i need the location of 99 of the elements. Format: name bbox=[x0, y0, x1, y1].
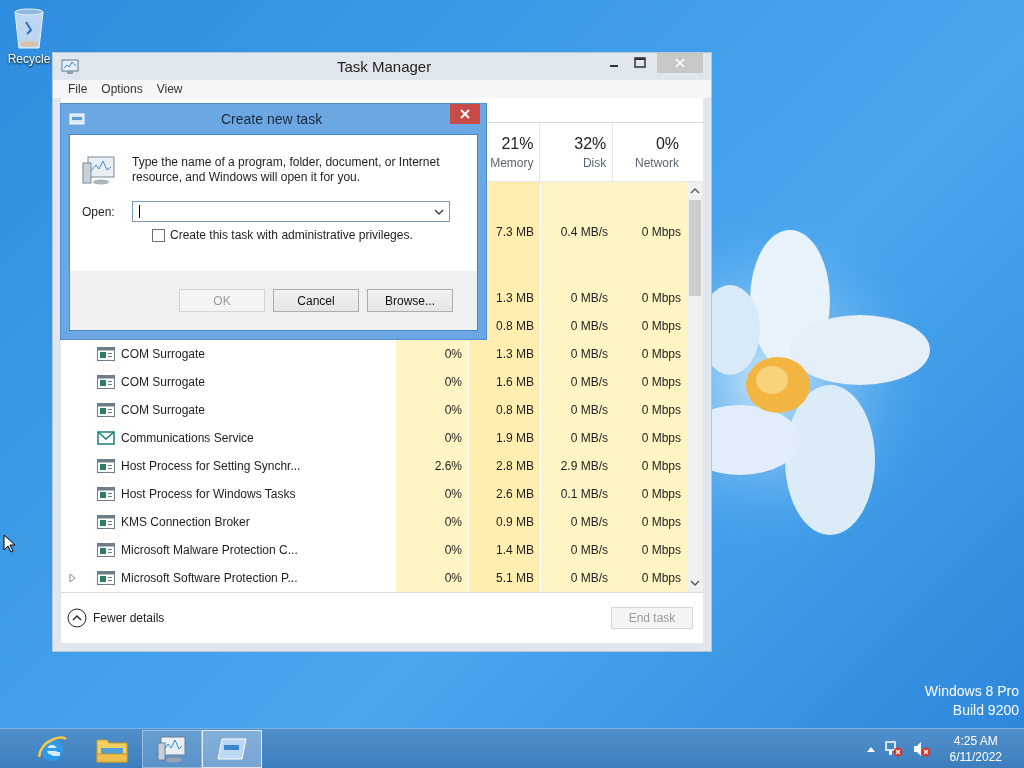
app-window-icon bbox=[97, 543, 115, 557]
network-cell: 0 Mbps bbox=[641, 543, 681, 557]
cpu-cell: 0% bbox=[444, 431, 462, 445]
memory-cell: 1.3 MB bbox=[496, 347, 534, 361]
cpu-cell: 2.6% bbox=[434, 459, 462, 473]
memory-cell: 7.3 MB bbox=[496, 225, 534, 239]
process-name[interactable]: KMS Connection Broker bbox=[121, 515, 250, 529]
disk-cell: 0.1 MB/s bbox=[560, 487, 608, 501]
app-monitor-icon bbox=[61, 58, 79, 75]
memory-cell: 1.6 MB bbox=[496, 375, 534, 389]
window-title: Task Manager bbox=[337, 58, 432, 75]
clock[interactable]: 4:25 AM 6/11/2022 bbox=[949, 733, 1002, 764]
app-window-icon bbox=[97, 487, 115, 501]
network-cell: 0 Mbps bbox=[641, 459, 681, 473]
disk-cell: 0 MB/s bbox=[570, 431, 608, 445]
network-cell: 0 Mbps bbox=[641, 403, 681, 417]
network-cell: 0 Mbps bbox=[641, 571, 681, 585]
memory-cell: 2.6 MB bbox=[496, 487, 534, 501]
cpu-cell: 0% bbox=[444, 403, 462, 417]
scroll-thumb[interactable] bbox=[689, 200, 701, 296]
network-error-icon[interactable] bbox=[883, 739, 904, 758]
disk-cell: 0 MB/s bbox=[570, 571, 608, 585]
menu-item[interactable]: View bbox=[149, 82, 190, 96]
memory-cell: 0.9 MB bbox=[496, 515, 534, 529]
app-monitor-icon bbox=[156, 733, 188, 764]
checkbox-label[interactable]: Create this task with administrative privileges. bbox=[170, 228, 413, 242]
process-name[interactable]: Microsoft Malware Protection C... bbox=[121, 543, 298, 557]
app-window-icon bbox=[97, 403, 115, 417]
scroll-up-icon[interactable] bbox=[689, 186, 701, 196]
open-combo-field[interactable] bbox=[132, 201, 450, 222]
process-name[interactable]: COM Surrogate bbox=[121, 347, 206, 361]
disk-cell: 0 MB/s bbox=[570, 291, 608, 305]
app-window-icon bbox=[97, 571, 115, 585]
run-window-icon bbox=[216, 736, 248, 761]
recycle-bin-icon[interactable] bbox=[11, 6, 47, 50]
disk-cell: 0 MB/s bbox=[570, 319, 608, 333]
cpu-cell: 0% bbox=[444, 375, 462, 389]
network-cell: 0 Mbps bbox=[641, 347, 681, 361]
cursor-icon bbox=[3, 534, 15, 553]
network-cell: 0 Mbps bbox=[641, 487, 681, 501]
open-label: Open: bbox=[82, 204, 116, 219]
memory-cell: 0.8 MB bbox=[496, 403, 534, 417]
computer-icon bbox=[82, 155, 116, 187]
cpu-cell: 0% bbox=[444, 571, 462, 585]
dialog-button[interactable]: Browse... bbox=[367, 289, 453, 312]
app-window-icon bbox=[97, 375, 115, 389]
process-name[interactable]: Host Process for Setting Synchr... bbox=[121, 459, 301, 473]
expand-icon[interactable] bbox=[69, 573, 77, 583]
process-name[interactable]: Microsoft Software Protection P... bbox=[121, 571, 298, 585]
edition-text: Build 9200 bbox=[952, 702, 1019, 718]
memory-cell: 1.3 MB bbox=[496, 291, 534, 305]
column-header[interactable]: 32% Disk bbox=[539, 123, 613, 181]
app-window-icon bbox=[97, 515, 115, 529]
scroll-down-icon[interactable] bbox=[689, 578, 701, 588]
network-cell: 0 Mbps bbox=[641, 319, 681, 333]
disk-cell: 0 MB/s bbox=[570, 403, 608, 417]
cpu-cell: 0% bbox=[444, 347, 462, 361]
memory-cell: 0.8 MB bbox=[496, 319, 534, 333]
disk-cell: 0 MB/s bbox=[570, 375, 608, 389]
run-window-icon bbox=[69, 113, 85, 125]
taskbar-button[interactable] bbox=[202, 729, 262, 768]
scrollbar[interactable] bbox=[687, 182, 703, 592]
cpu-cell: 0% bbox=[444, 543, 462, 557]
network-cell: 0 Mbps bbox=[641, 225, 681, 239]
cpu-cell: 0% bbox=[444, 515, 462, 529]
menu-item[interactable]: Options bbox=[94, 82, 150, 96]
disk-cell: 0 MB/s bbox=[570, 515, 608, 529]
envelope-icon bbox=[97, 430, 115, 446]
process-name[interactable]: COM Surrogate bbox=[121, 403, 206, 417]
fewer-details-button[interactable]: Fewer details bbox=[67, 608, 165, 628]
checkbox[interactable] bbox=[152, 228, 165, 242]
network-cell: 0 Mbps bbox=[641, 431, 681, 445]
disk-cell: 0.4 MB/s bbox=[560, 225, 608, 239]
disk-cell: 2.9 MB/s bbox=[560, 459, 608, 473]
network-cell: 0 Mbps bbox=[641, 291, 681, 305]
column-header[interactable]: 0% Network bbox=[612, 123, 686, 181]
description-text: Type the name of a program, folder, document, or Internet resource, and Windows will open it for you. bbox=[132, 155, 441, 185]
app-window-icon bbox=[97, 347, 115, 361]
disk-cell: 0 MB/s bbox=[570, 543, 608, 557]
dialog-button[interactable]: Cancel bbox=[273, 289, 359, 312]
dialog-title: Create new task bbox=[221, 111, 323, 127]
network-cell: 0 Mbps bbox=[641, 515, 681, 529]
disk-cell: 0 MB/s bbox=[570, 347, 608, 361]
process-name[interactable]: Host Process for Windows Tasks bbox=[121, 487, 296, 501]
memory-cell: 1.4 MB bbox=[496, 543, 534, 557]
menu-item[interactable]: File bbox=[61, 82, 95, 96]
memory-cell: 1.9 MB bbox=[496, 431, 534, 445]
close-button[interactable] bbox=[450, 104, 480, 124]
cpu-cell: 0% bbox=[444, 487, 462, 501]
memory-cell: 5.1 MB bbox=[496, 571, 534, 585]
process-name[interactable]: Communications Service bbox=[121, 431, 254, 445]
process-name[interactable]: COM Surrogate bbox=[121, 375, 206, 389]
memory-cell: 2.8 MB bbox=[496, 459, 534, 473]
network-cell: 0 Mbps bbox=[641, 375, 681, 389]
taskbar-button[interactable] bbox=[142, 729, 202, 768]
collapse-icon bbox=[67, 608, 87, 628]
dropdown-caret-icon[interactable] bbox=[433, 206, 445, 217]
app-window-icon bbox=[97, 459, 115, 473]
edition-text: Windows 8 Pro bbox=[924, 683, 1019, 699]
